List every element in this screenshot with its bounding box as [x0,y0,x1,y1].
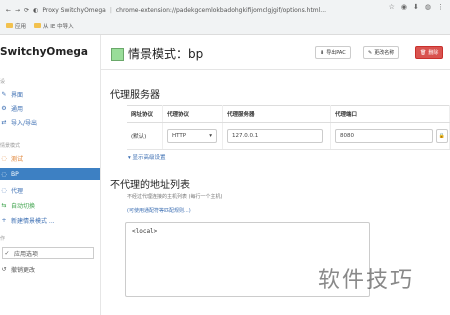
profile-color-swatch[interactable] [111,48,124,61]
sidebar-item-auto-switch[interactable]: ⇆ 自动切换 [0,199,100,211]
proxy-servers-heading: 代理服务器 [110,90,160,101]
show-advanced-link[interactable]: ▾ 显示高级设置 [128,153,166,161]
caret-down-icon: ▾ [209,133,212,139]
rename-button[interactable]: ✎ 更改名称 [363,46,400,59]
bookmark-ie-import[interactable]: 从 IE 中导入 [34,22,74,30]
column-header: 代理服务器 [222,105,331,123]
sidebar-item-proxy[interactable]: ◌ 代理 [0,184,100,196]
divider [101,69,450,70]
trash-icon: 🗑 [420,49,427,56]
gear-icon: ⚙ [1,104,7,112]
address-separator: | [109,6,112,14]
download-icon[interactable]: ⬇ [413,3,419,11]
globe-icon: ◌ [1,170,7,178]
scheme-cell: (默认) [127,122,163,150]
bookmark-apps[interactable]: 应用 [6,22,26,30]
globe-icon: ◌ [1,186,7,194]
sidebar-item-new-profile[interactable]: + 新建情景模式 ... [0,214,100,226]
discard-changes-button[interactable]: ↺ 撤销更改 [0,263,100,275]
proxy-port-input[interactable]: 8080 [335,129,433,143]
bypass-list-heading: 不代理的地址列表 [110,180,190,191]
back-icon[interactable]: ← [6,7,11,14]
camera-icon[interactable]: ◉ [401,3,407,11]
table-row: (默认) HTTP ▾ 127.0.0.1 8080 🔒 [127,122,450,150]
page-title: 情景模式：bp [128,47,204,61]
sidebar-item-import-export[interactable]: ⇄ 导入/导出 [0,116,100,128]
proxy-protocol-select[interactable]: HTTP ▾ [167,129,217,143]
sidebar-item-general[interactable]: ⚙ 通用 [0,102,100,114]
browser-toolbar: ← → ⟳ ◐ Proxy SwitchyOmega | chrome-exte… [0,0,450,35]
tab-title: Proxy SwitchyOmega [42,6,106,14]
omega-icon[interactable]: ◍ [425,3,431,11]
url-text[interactable]: chrome-extension://padekgcemlokbadohgkif… [116,7,326,14]
bypass-note: 不经过代理连接的主机列表 (每行一个主机) [127,194,223,200]
lock-icon: 🔒 [438,133,446,139]
address-bar[interactable]: ← → ⟳ ◐ Proxy SwitchyOmega | chrome-exte… [6,3,326,17]
app-title: SwitchyOmega [0,46,89,58]
undo-icon: ↺ [1,265,7,273]
extension-icon: ◐ [33,6,39,14]
edit-icon: ✎ [368,49,373,56]
sidebar-item-test[interactable]: ◌ 测试 [0,152,100,164]
delete-button[interactable]: 🗑 删除 [415,46,444,59]
chevron-down-icon: ▾ [128,155,131,161]
folder-icon [34,23,42,28]
download-icon: ⬇ [320,49,325,56]
plus-icon: + [1,216,7,224]
profiles-section-label: 情景模式 [0,143,21,149]
transfer-icon: ⇄ [1,118,7,126]
bookmarks-bar: 应用 从 IE 中导入 [6,20,74,32]
brush-icon: ✎ [1,90,7,98]
sidebar-item-ui[interactable]: ✎ 界面 [0,88,100,100]
retweet-icon: ⇆ [1,201,7,209]
browser-actions: ☆ ◉ ⬇ ◍ ⋮ [389,3,444,11]
reload-icon[interactable]: ⟳ [24,7,29,14]
sidebar: SwitchyOmega 设 ✎ 界面 ⚙ 通用 ⇄ 导入/导出 情景模式 ◌ 测试 ◌… [0,35,101,315]
forward-icon[interactable]: → [15,7,20,14]
proxy-server-table: 网址协议 代理协议 代理服务器 代理端口 (默认) HTTP ▾ 127.0.0… [127,105,450,150]
star-icon[interactable]: ☆ [389,3,395,11]
watermark: 软件技巧 [318,268,415,293]
wildcard-rules-link[interactable]: (可使用通配符等匹配规则...) [127,207,191,214]
auth-lock-button[interactable]: 🔒 [436,129,448,143]
column-header: 网址协议 [127,105,163,123]
export-pac-button[interactable]: ⬇ 导出PAC [315,46,351,59]
menu-icon[interactable]: ⋮ [437,3,444,11]
apps-icon [6,23,13,28]
globe-icon: ◌ [1,154,7,162]
proxy-server-input[interactable]: 127.0.0.1 [227,129,323,143]
apply-options-button[interactable]: ✓ 应用选项 [2,247,94,259]
column-header: 代理端口 [330,105,450,123]
check-icon: ✓ [4,249,10,257]
sidebar-item-bp[interactable]: ◌ BP [0,168,100,180]
settings-section-label: 设 [0,79,6,85]
actions-section-label: 作 [0,236,6,242]
column-header: 代理协议 [162,105,223,123]
